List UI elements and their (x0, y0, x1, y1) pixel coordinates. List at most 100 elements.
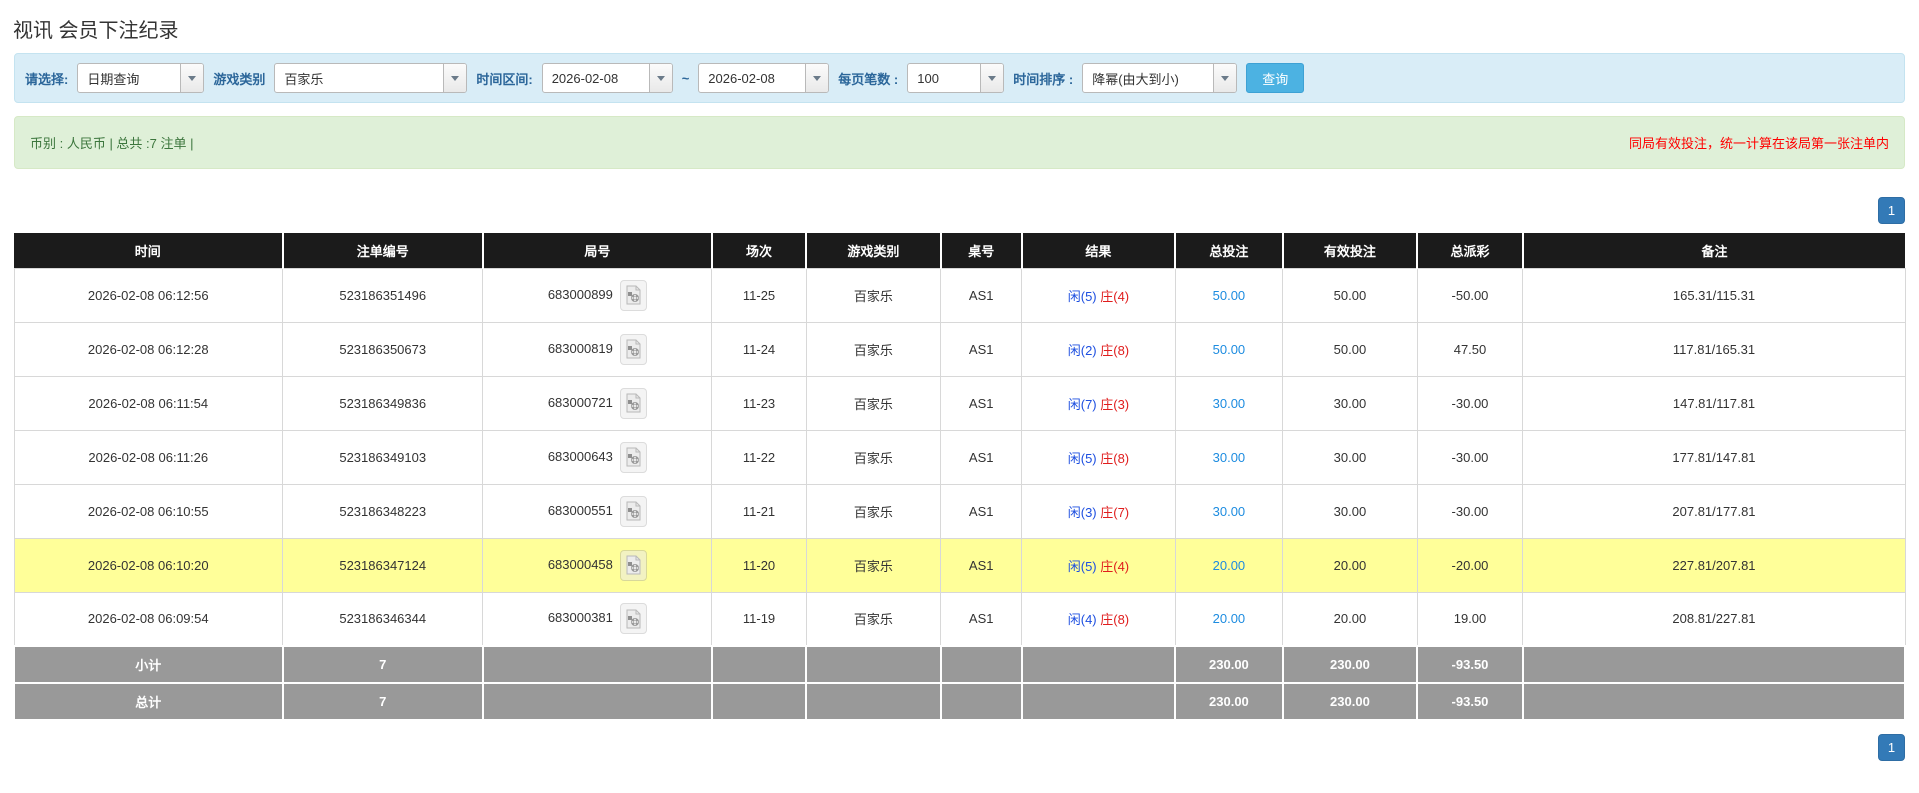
bet-number-cell: 523186348223 (283, 484, 483, 538)
valid-bet-cell: 30.00 (1283, 430, 1417, 484)
table-number-cell: AS1 (941, 376, 1022, 430)
range-separator: ~ (682, 71, 690, 86)
valid-bet-cell: 50.00 (1283, 268, 1417, 322)
game-type-cell: 百家乐 (806, 430, 940, 484)
result-cell: 闲(4) 庄(8) (1022, 592, 1175, 646)
game-type-select[interactable]: 百家乐 (274, 63, 467, 93)
result-cell: 闲(2) 庄(8) (1022, 322, 1175, 376)
session-cell: 11-24 (712, 322, 807, 376)
column-header: 桌号 (941, 233, 1022, 268)
round-number-cell: 683000643 (483, 430, 712, 484)
total-bet-link[interactable]: 30.00 (1213, 450, 1246, 465)
total-bet-link[interactable]: 30.00 (1213, 504, 1246, 519)
footer-cell: 230.00 (1175, 683, 1283, 720)
session-cell: 11-21 (712, 484, 807, 538)
payout-cell: -20.00 (1417, 538, 1523, 592)
round-number: 683000721 (548, 394, 613, 409)
time-sort-select[interactable]: 降幂(由大到小) (1082, 63, 1237, 93)
video-replay-button[interactable] (620, 496, 647, 527)
footer-cell (806, 683, 940, 720)
total-bet-link[interactable]: 50.00 (1213, 288, 1246, 303)
bet-number-cell: 523186346344 (283, 592, 483, 646)
result-player: 闲(3) (1068, 505, 1097, 520)
date-from-select[interactable]: 2026-02-08 (542, 63, 673, 93)
pagination-bottom: 1 (14, 734, 1905, 761)
valid-bet-cell: 30.00 (1283, 484, 1417, 538)
result-cell: 闲(5) 庄(4) (1022, 268, 1175, 322)
video-replay-button[interactable] (620, 388, 647, 419)
chevron-down-icon[interactable] (180, 64, 203, 92)
round-number-cell: 683000381 (483, 592, 712, 646)
time-cell: 2026-02-08 06:10:20 (14, 538, 283, 592)
total-bet-cell: 50.00 (1175, 268, 1283, 322)
footer-cell (1022, 683, 1175, 720)
chevron-down-icon[interactable] (1213, 64, 1236, 92)
date-to-select[interactable]: 2026-02-08 (698, 63, 829, 93)
summary-notice: 同局有效投注，统一计算在该局第一张注单内 (1629, 133, 1889, 152)
total-bet-link[interactable]: 20.00 (1213, 611, 1246, 626)
result-player: 闲(4) (1068, 612, 1097, 627)
note-cell: 207.81/177.81 (1523, 484, 1905, 538)
note-cell: 117.81/165.31 (1523, 322, 1905, 376)
table-row: 2026-02-08 06:11:26523186349103683000643… (14, 430, 1905, 484)
chevron-down-icon[interactable] (443, 64, 466, 92)
time-cell: 2026-02-08 06:09:54 (14, 592, 283, 646)
chevron-down-icon[interactable] (805, 64, 828, 92)
total-bet-link[interactable]: 50.00 (1213, 342, 1246, 357)
search-button[interactable]: 查询 (1246, 63, 1304, 93)
footer-cell: -93.50 (1417, 646, 1523, 683)
column-header: 备注 (1523, 233, 1905, 268)
table-row: 2026-02-08 06:10:55523186348223683000551… (14, 484, 1905, 538)
payout-cell: 47.50 (1417, 322, 1523, 376)
query-type-value: 日期查询 (78, 64, 180, 92)
table-row: 2026-02-08 06:10:20523186347124683000458… (14, 538, 1905, 592)
bet-number-cell: 523186349836 (283, 376, 483, 430)
page-1-button[interactable]: 1 (1878, 197, 1905, 224)
footer-cell (712, 683, 807, 720)
session-cell: 11-25 (712, 268, 807, 322)
session-cell: 11-20 (712, 538, 807, 592)
grandtotal-row: 总计7230.00230.00-93.50 (14, 683, 1905, 720)
time-cell: 2026-02-08 06:11:26 (14, 430, 283, 484)
total-bet-link[interactable]: 20.00 (1213, 558, 1246, 573)
summary-bar: 币别 : 人民币 | 总共 :7 注单 | 同局有效投注，统一计算在该局第一张注… (14, 116, 1905, 169)
session-cell: 11-19 (712, 592, 807, 646)
payout-cell: -30.00 (1417, 376, 1523, 430)
total-bet-cell: 30.00 (1175, 376, 1283, 430)
footer-cell (806, 646, 940, 683)
result-player: 闲(2) (1068, 343, 1097, 358)
session-cell: 11-22 (712, 430, 807, 484)
video-replay-button[interactable] (620, 603, 647, 634)
pagination-top: 1 (14, 197, 1905, 224)
game-type-cell: 百家乐 (806, 268, 940, 322)
column-header: 总投注 (1175, 233, 1283, 268)
result-cell: 闲(5) 庄(8) (1022, 430, 1175, 484)
per-page-select[interactable]: 100 (907, 63, 1004, 93)
note-cell: 177.81/147.81 (1523, 430, 1905, 484)
video-replay-button[interactable] (620, 550, 647, 581)
payout-cell: -30.00 (1417, 484, 1523, 538)
footer-cell: 7 (283, 646, 483, 683)
chevron-down-icon[interactable] (649, 64, 672, 92)
round-number: 683000643 (548, 448, 613, 463)
round-number: 683000551 (548, 502, 613, 517)
video-replay-button[interactable] (620, 280, 647, 311)
total-bet-link[interactable]: 30.00 (1213, 396, 1246, 411)
footer-cell: 7 (283, 683, 483, 720)
result-banker: 庄(8) (1100, 612, 1129, 627)
page-1-button[interactable]: 1 (1878, 734, 1905, 761)
query-type-select[interactable]: 日期查询 (77, 63, 204, 93)
valid-bet-cell: 20.00 (1283, 592, 1417, 646)
film-icon (625, 393, 642, 413)
payout-cell: 19.00 (1417, 592, 1523, 646)
session-cell: 11-23 (712, 376, 807, 430)
round-number: 683000381 (548, 610, 613, 625)
result-player: 闲(5) (1068, 289, 1097, 304)
column-header: 总派彩 (1417, 233, 1523, 268)
video-replay-button[interactable] (620, 442, 647, 473)
round-number-cell: 683000899 (483, 268, 712, 322)
per-page-label: 每页笔数 : (838, 69, 898, 88)
chevron-down-icon[interactable] (980, 64, 1003, 92)
video-replay-button[interactable] (620, 334, 647, 365)
bet-number-cell: 523186350673 (283, 322, 483, 376)
